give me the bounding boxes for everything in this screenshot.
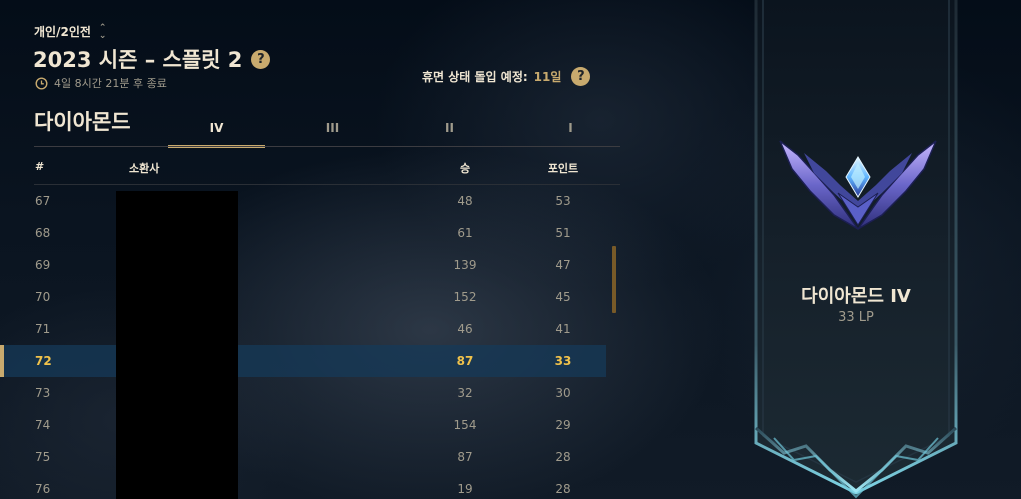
row-points: 45 xyxy=(555,290,571,304)
table-row[interactable]: 68 61 51 xyxy=(0,217,620,249)
table-header: # 소환사 승 포인트 xyxy=(34,160,620,178)
rank-banner xyxy=(754,0,958,499)
row-wins: 87 xyxy=(457,450,473,464)
row-points: 41 xyxy=(555,322,571,336)
tab-division-i[interactable]: I xyxy=(522,119,619,146)
row-wins: 139 xyxy=(453,258,477,272)
queue-dropdown[interactable]: 개인/2인전 ⌃ ⌄ xyxy=(34,23,106,40)
row-rank: 76 xyxy=(35,482,51,496)
row-rank: 75 xyxy=(35,450,51,464)
tabs-divider xyxy=(34,146,620,147)
decay-info: 휴면 상태 돌입 예정: 11일 ? xyxy=(422,67,591,86)
col-rank: # xyxy=(35,160,45,173)
row-wins: 19 xyxy=(457,482,473,496)
row-points: 28 xyxy=(555,482,571,496)
row-wins: 48 xyxy=(457,194,473,208)
queue-label: 개인/2인전 xyxy=(34,25,91,39)
row-rank: 73 xyxy=(35,386,51,400)
row-wins: 46 xyxy=(457,322,473,336)
tier-title: 다이아몬드 xyxy=(34,110,131,134)
row-wins: 154 xyxy=(453,418,477,432)
row-points: 53 xyxy=(555,194,571,208)
decay-help-icon[interactable]: ? xyxy=(571,67,591,86)
season-timer-text: 4일 8시간 21분 후 종료 xyxy=(54,77,167,90)
season-title-row: 2023 시즌 – 스플릿 2 ? xyxy=(33,44,271,74)
list-scrollbar[interactable] xyxy=(612,246,616,313)
division-tabs: IV III II I xyxy=(168,119,620,148)
row-wins: 87 xyxy=(456,354,474,368)
row-rank: 70 xyxy=(35,290,51,304)
row-wins: 61 xyxy=(457,226,473,240)
ladder-rows: 67 48 53 68 61 51 69 139 47 70 152 45 71… xyxy=(0,185,620,499)
table-row[interactable]: 74 154 29 xyxy=(0,409,620,441)
row-rank: 67 xyxy=(35,194,51,208)
col-wins: 승 xyxy=(459,162,471,175)
season-timer: 4일 8시간 21분 후 종료 xyxy=(35,75,167,91)
season-title: 2023 시즌 – 스플릿 2 xyxy=(33,48,243,72)
clock-icon xyxy=(35,76,48,90)
row-wins: 152 xyxy=(453,290,477,304)
banner-tier: 다이아몬드 IV xyxy=(801,286,911,307)
row-points: 51 xyxy=(555,226,571,240)
diamond-emblem-icon xyxy=(779,140,937,231)
table-row[interactable]: 71 46 41 xyxy=(0,313,620,345)
col-points: 포인트 xyxy=(547,162,579,175)
tab-division-iii[interactable]: III xyxy=(284,119,381,146)
ranked-overview: 개인/2인전 ⌃ ⌄ 2023 시즌 – 스플릿 2 ? 4일 8시간 21분 후… xyxy=(0,0,1021,499)
table-row[interactable]: 69 139 47 xyxy=(0,249,620,281)
tab-division-iv[interactable]: IV xyxy=(168,119,265,148)
table-row-current-player[interactable]: 72 87 33 xyxy=(0,345,606,377)
tab-division-ii[interactable]: II xyxy=(401,119,498,146)
row-rank: 68 xyxy=(35,226,51,240)
row-points: 28 xyxy=(555,450,571,464)
summoner-names-redacted xyxy=(116,191,238,499)
row-rank: 69 xyxy=(35,258,51,272)
row-rank: 71 xyxy=(35,322,51,336)
col-summoner: 소환사 xyxy=(129,162,160,175)
table-row[interactable]: 75 87 28 xyxy=(0,441,620,473)
table-row[interactable]: 70 152 45 xyxy=(0,281,620,313)
row-points: 33 xyxy=(554,354,572,368)
decay-days: 11일 xyxy=(533,70,562,84)
sort-chevrons-icon: ⌃ ⌄ xyxy=(98,22,107,41)
row-wins: 32 xyxy=(457,386,473,400)
table-row[interactable]: 73 32 30 xyxy=(0,377,620,409)
season-help-icon[interactable]: ? xyxy=(251,49,271,69)
row-points: 30 xyxy=(555,386,571,400)
table-row[interactable]: 76 19 28 xyxy=(0,473,620,499)
row-rank: 72 xyxy=(35,354,52,368)
row-rank: 74 xyxy=(35,418,51,432)
row-points: 47 xyxy=(555,258,571,272)
banner-frame xyxy=(754,0,958,499)
banner-lp: 33 LP xyxy=(838,310,874,325)
decay-label: 휴면 상태 돌입 예정: xyxy=(422,70,528,84)
table-row[interactable]: 67 48 53 xyxy=(0,185,620,217)
row-points: 29 xyxy=(555,418,571,432)
